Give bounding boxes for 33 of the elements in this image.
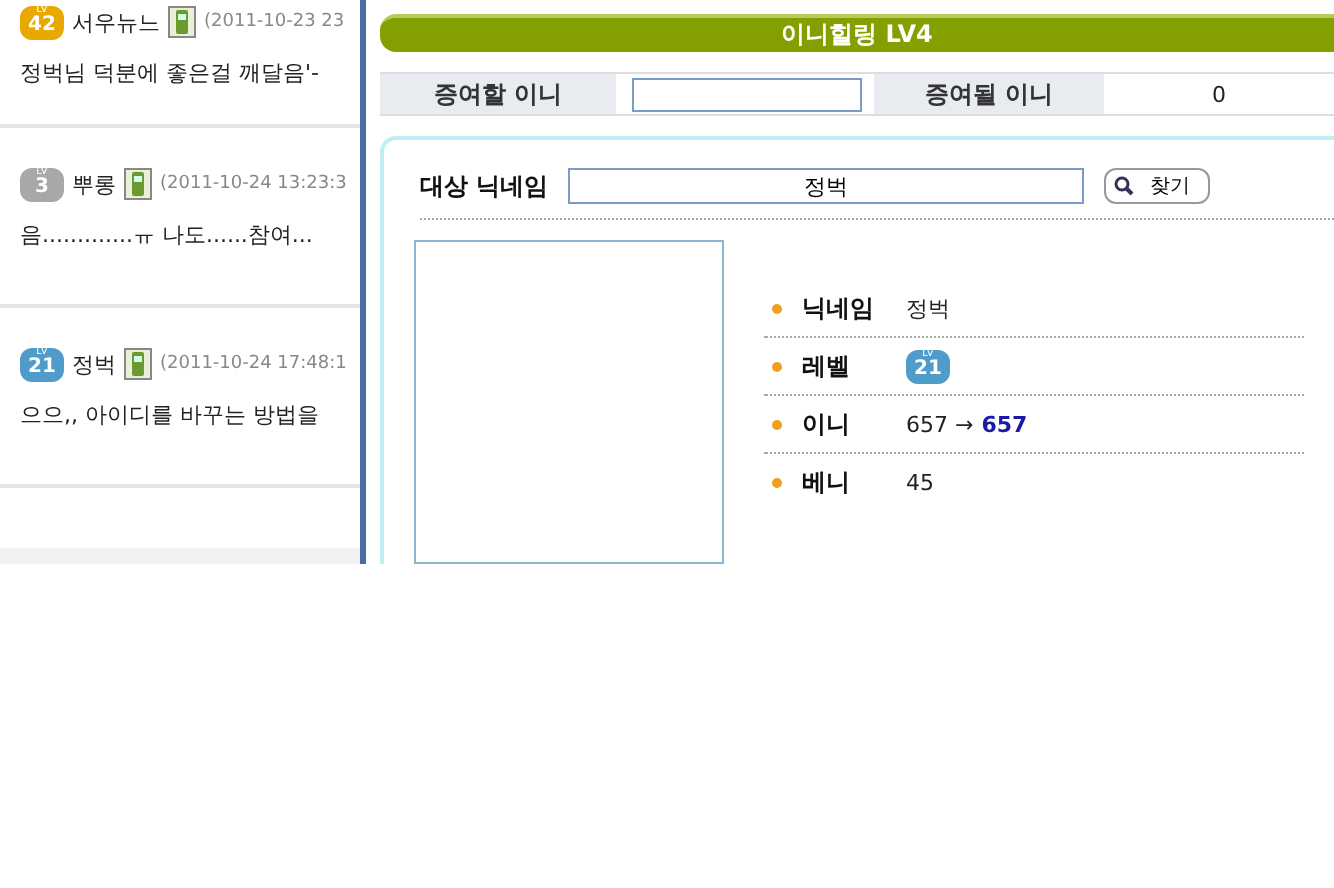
phone-icon <box>124 348 152 380</box>
info-value: 정벅 <box>906 293 950 323</box>
comment-text: 으으,, 아이디를 바꾸는 방법을 <box>20 400 321 430</box>
info-label: 닉네임 <box>802 291 876 325</box>
bullet-icon <box>772 303 782 313</box>
author-name[interactable]: 정벅 <box>72 349 116 379</box>
comment-text: 음.............ㅠ 나도......참여... <box>20 220 315 250</box>
search-button[interactable]: 찾기 <box>1104 168 1211 204</box>
search-label: 대상 닉네임 <box>420 169 549 203</box>
receive-label: 증여될 이니 <box>874 74 1104 114</box>
comment-text: 정벅님 덕분에 좋은걸 깨달음'- <box>20 58 321 88</box>
panel-title: 이니힐링 LV4 <box>380 14 1334 52</box>
info-value: 45 <box>906 469 934 495</box>
author-name[interactable]: 뿌롱 <box>72 169 116 199</box>
nickname-field[interactable]: 정벅 <box>568 168 1085 204</box>
give-amount-field[interactable] <box>632 77 862 111</box>
comment-date: (2011-10-24 13:23:3 <box>160 174 347 194</box>
author-name[interactable]: 서우뉴느 <box>72 7 160 37</box>
comment-date: (2011-10-24 17:48:1 <box>160 354 347 374</box>
bullet-icon <box>772 477 782 487</box>
phone-icon <box>124 168 152 200</box>
give-label: 증여할 이니 <box>380 74 616 114</box>
receive-value: 0 <box>1210 81 1228 107</box>
info-label: 레벨 <box>802 349 852 383</box>
comment-date: (2011-10-23 23 <box>204 12 345 32</box>
info-label: 이니 <box>802 407 852 441</box>
search-icon <box>1114 176 1135 196</box>
bullet-icon <box>772 419 782 429</box>
info-value: 657 → <box>906 411 974 437</box>
bullet-icon <box>772 361 782 371</box>
info-label: 베니 <box>802 465 852 499</box>
phone-icon <box>168 6 196 38</box>
new-value: 657 <box>981 411 1028 437</box>
